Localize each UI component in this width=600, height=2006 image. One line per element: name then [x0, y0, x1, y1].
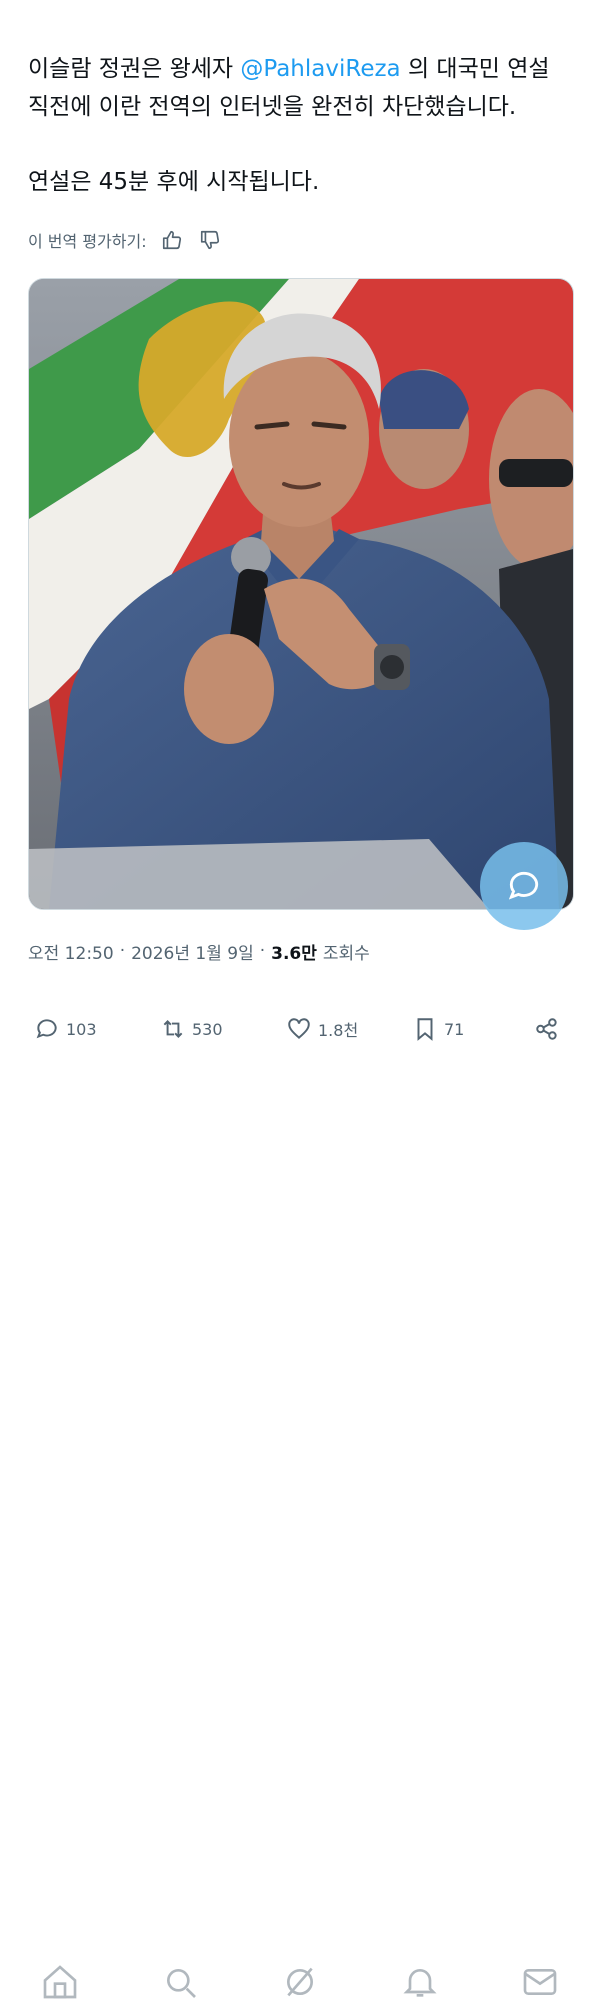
reply-count: 103: [66, 1019, 97, 1039]
tweet-text-part: 의 대국민 연설: [400, 56, 550, 82]
views-count: 3.6만: [271, 943, 317, 964]
like-button[interactable]: 1.8천: [286, 1016, 358, 1042]
like-count: 1.8천: [318, 1021, 359, 1040]
reply-icon: [36, 1019, 57, 1039]
share-icon: [536, 1018, 557, 1040]
messages-icon[interactable]: [520, 1962, 560, 2002]
retweet-count: 530: [192, 1019, 223, 1039]
tweet-paragraph-2: 연설은 45분 후에 시작됩니다.: [28, 169, 320, 195]
bookmark-count: 71: [444, 1019, 465, 1039]
translation-rating: 이 번역 평가하기:: [28, 226, 223, 254]
grok-icon[interactable]: [280, 1962, 320, 2002]
views-label: 조회수: [322, 943, 370, 964]
mention-link[interactable]: @PahlaviReza: [240, 56, 400, 82]
search-icon[interactable]: [160, 1962, 200, 2002]
meta-separator: ·: [119, 941, 126, 961]
reply-button[interactable]: 103: [34, 1016, 97, 1042]
tweet-line-2: 직전에 이란 전역의 인터넷을 완전히 차단했습니다.: [28, 94, 517, 120]
bookmark-button[interactable]: 71: [412, 1016, 464, 1042]
tweet-text-part: 이슬람 정권은 왕세자: [28, 56, 241, 82]
tweet-meta: 오전 12:50 · 2026년 1월 9일 · 3.6만 조회수: [28, 936, 370, 966]
tweet-date: 2026년 1월 9일: [131, 943, 254, 964]
thumbs-up-icon[interactable]: [159, 227, 185, 253]
translation-rate-label: 이 번역 평가하기:: [28, 232, 147, 251]
tweet-photo[interactable]: [28, 278, 574, 910]
retweet-icon: [163, 1020, 183, 1038]
meta-separator: ·: [259, 941, 266, 961]
heart-icon: [288, 1018, 310, 1039]
notifications-icon[interactable]: [400, 1962, 440, 2002]
retweet-button[interactable]: 530: [160, 1016, 223, 1042]
speaker-photo: [29, 279, 573, 909]
tweet-time: 오전 12:50: [28, 943, 114, 964]
thumbs-down-icon[interactable]: [197, 227, 223, 253]
chat-bubble-icon: [508, 871, 539, 900]
home-icon[interactable]: [40, 1962, 80, 2002]
compose-reply-button[interactable]: [480, 842, 568, 930]
tweet-line-1: 이슬람 정권은 왕세자 @PahlaviReza 의 대국민 연설: [28, 50, 578, 88]
tweet-action-bar: 103 530 1.8천 71: [0, 978, 600, 1999]
bookmark-icon: [417, 1018, 433, 1041]
share-button[interactable]: [534, 1016, 560, 1042]
tweet-text: 이슬람 정권은 왕세자 @PahlaviReza 의 대국민 연설 직전에 이란…: [28, 50, 578, 201]
